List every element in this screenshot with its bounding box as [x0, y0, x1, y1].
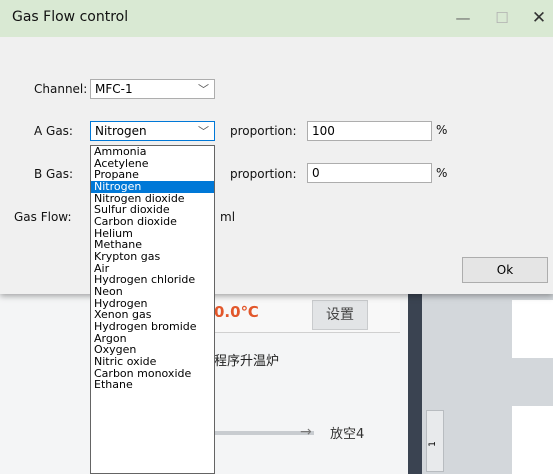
dropdown-option[interactable]: Krypton gas	[91, 251, 214, 263]
chevron-down-icon: ﹀	[198, 125, 209, 138]
dropdown-option[interactable]: Ammonia	[91, 146, 214, 158]
gas-dropdown-list[interactable]: Ammonia Acetylene Propane Nitrogen Nitrogen …	[90, 145, 215, 474]
close-icon[interactable]: ✕	[516, 0, 553, 37]
dropdown-option[interactable]: Hydrogen bromide	[91, 321, 214, 333]
channel-select[interactable]: MFC-1 ﹀	[90, 79, 215, 99]
gas-flow-dialog: Gas Flow control — ☐ ✕ Channel: MFC-1 ﹀ …	[0, 0, 553, 294]
b-percent-label: %	[436, 166, 448, 180]
vent-label: 放空4	[330, 427, 365, 442]
background-box-bottom	[512, 406, 553, 474]
a-proportion-input[interactable]: 100	[307, 121, 432, 141]
a-gas-select[interactable]: Nitrogen ﹀	[90, 121, 215, 141]
gas-flow-unit: ml	[220, 210, 236, 224]
gas-flow-label: Gas Flow:	[14, 210, 72, 224]
dropdown-option[interactable]: Carbon dioxide	[91, 216, 214, 228]
channel-value: MFC-1	[95, 82, 133, 96]
divider-bar	[408, 290, 422, 474]
dropdown-option[interactable]: Ethane	[91, 379, 214, 391]
set-button[interactable]: 设置	[312, 300, 368, 330]
a-gas-label: A Gas:	[34, 124, 73, 138]
dropdown-option[interactable]: Neon	[91, 286, 214, 298]
slot-label: 1	[427, 441, 438, 447]
dropdown-option[interactable]: Nitrogen	[91, 181, 214, 193]
a-proportion-label: proportion:	[230, 124, 297, 138]
title-bar[interactable]: Gas Flow control — ☐ ✕	[0, 0, 553, 37]
background-box-top	[512, 300, 553, 358]
a-gas-value: Nitrogen	[95, 124, 147, 138]
a-percent-label: %	[436, 123, 448, 137]
dropdown-option[interactable]: Nitric oxide	[91, 356, 214, 368]
b-proportion-input[interactable]: 0	[307, 163, 432, 183]
a-proportion-value: 100	[312, 124, 335, 138]
ok-button[interactable]: Ok	[462, 257, 548, 283]
b-gas-label: B Gas:	[34, 167, 73, 181]
b-proportion-label: proportion:	[230, 167, 297, 181]
channel-label: Channel:	[34, 82, 88, 96]
b-proportion-value: 0	[312, 166, 320, 180]
window-title: Gas Flow control	[12, 9, 129, 25]
arrow-right-icon: →	[300, 424, 312, 440]
furnace-label: 程序升温炉	[214, 354, 280, 369]
chevron-down-icon: ﹀	[198, 83, 209, 96]
gas-pipe	[214, 431, 314, 435]
channel-slot[interactable]: 1	[426, 410, 444, 472]
temperature-readout: 0.0℃	[214, 303, 259, 321]
